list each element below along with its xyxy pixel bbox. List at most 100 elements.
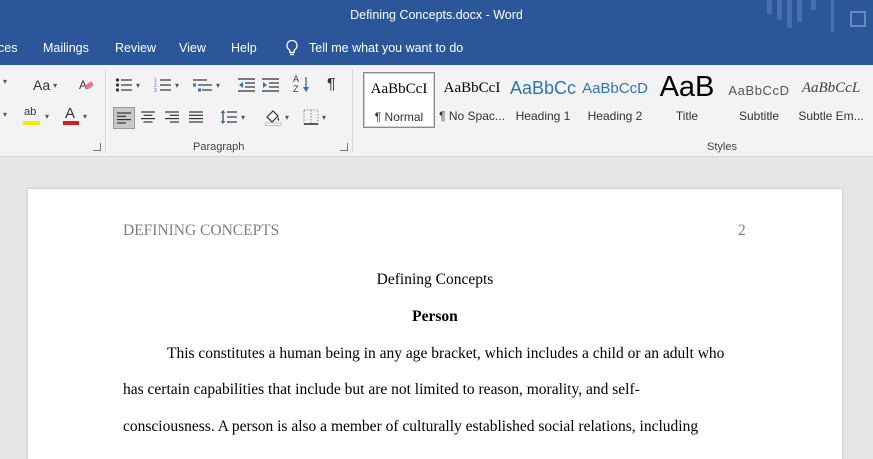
show-hide-marks-button[interactable]: ¶ — [327, 76, 336, 94]
font-color-button[interactable]: A ▾ — [62, 105, 88, 126]
chevron-down-icon: ▾ — [175, 80, 180, 90]
highlight-text: ab — [24, 106, 37, 118]
style-subtitle[interactable]: AaBbCcD Subtitle — [723, 72, 795, 128]
style-sample: AaBbCcD — [728, 83, 790, 98]
document-page[interactable]: DEFINING CONCEPTS 2 Defining Concepts Pe… — [28, 189, 842, 459]
style-name: Subtle Em... — [798, 109, 864, 123]
sort-icon: A Z — [293, 74, 311, 95]
ribbon-tabs: ces Mailings Review View Help Tell me wh… — [0, 32, 873, 65]
align-right-button[interactable] — [165, 111, 179, 123]
shading-button[interactable]: ▾ — [264, 108, 289, 126]
change-case-icon: Aa — [33, 77, 51, 93]
font-dialog-launcher[interactable] — [93, 143, 101, 151]
style-name: ¶ Normal — [374, 110, 424, 124]
clear-formatting-icon: A — [79, 78, 94, 92]
align-left-button[interactable] — [113, 107, 135, 129]
tell-me-search[interactable]: Tell me what you want to do — [284, 39, 463, 57]
style-name: Subtitle — [738, 109, 780, 123]
tab-references[interactable]: ces — [0, 41, 17, 55]
sort-label-a: A — [293, 74, 300, 84]
styles-group-label: Styles — [707, 141, 737, 153]
line-spacing-button[interactable]: ▾ — [220, 109, 245, 125]
style-sample: AaBbCcL — [801, 80, 861, 96]
sort-button[interactable]: A Z — [293, 74, 311, 95]
justify-button[interactable] — [189, 111, 203, 123]
style-sample: AaBbCc — [509, 78, 577, 98]
tab-mailings[interactable]: Mailings — [43, 41, 89, 55]
font-color-letter: A — [65, 105, 76, 122]
document-title: Defining Concepts — [376, 271, 494, 288]
group-separator — [105, 69, 106, 153]
chevron-down-icon: ▾ — [53, 80, 58, 90]
tab-review[interactable]: Review — [115, 41, 156, 55]
increase-indent-button[interactable] — [262, 77, 280, 93]
sort-label-z: Z — [293, 84, 299, 94]
chevron-down-icon: ▾ — [322, 112, 327, 122]
style-heading-1[interactable]: AaBbCc Heading 1 — [507, 72, 579, 128]
bullets-button[interactable]: ▾ — [115, 77, 140, 93]
style-sample: AaB — [659, 72, 715, 103]
running-head: DEFINING CONCEPTS — [123, 222, 280, 239]
chevron-down-icon: ▾ — [285, 112, 290, 122]
decrease-indent-icon — [238, 78, 255, 92]
title-bar-pattern — [767, 0, 866, 32]
body-line: This constitutes a human being in any ag… — [167, 345, 725, 362]
numbering-button[interactable]: 123 ▾ — [154, 77, 179, 93]
line-spacing-icon — [220, 110, 237, 124]
style-sample: AaBbCcI — [443, 80, 501, 96]
ribbon: ▾ Aa ▾ A ▾ ab ▾ A ▾ ▾ 1 2 3 ▾ ▾ A Z ¶ ▾ … — [0, 65, 873, 157]
chevron-down-icon: ▾ — [3, 77, 8, 86]
chevron-down-icon: ▾ — [241, 112, 246, 122]
body-line: has certain capabilities that include bu… — [123, 381, 640, 398]
align-left-icon — [117, 112, 131, 124]
chevron-down-icon: ▾ — [216, 80, 221, 90]
style-normal[interactable]: AaBbCcI ¶ Normal — [363, 72, 435, 128]
multilevel-list-icon — [193, 79, 212, 92]
style-sample: AaBbCcD — [582, 80, 648, 97]
style-name: Heading 2 — [587, 109, 643, 123]
numbered-list-icon: 123 — [154, 78, 171, 93]
strikethrough-dropdown[interactable]: ▾ — [0, 110, 7, 119]
chevron-down-icon: ▾ — [3, 110, 8, 119]
group-separator — [352, 69, 353, 153]
multilevel-list-button[interactable]: ▾ — [193, 77, 220, 93]
align-center-button[interactable] — [141, 111, 155, 123]
style-no-spacing[interactable]: AaBbCcI ¶ No Spac... — [436, 72, 508, 128]
borders-button[interactable]: ▾ — [303, 109, 326, 125]
style-name: ¶ No Spac... — [439, 109, 505, 123]
title-bar: Defining Concepts.docx - Word — [0, 0, 873, 32]
style-sample: AaBbCcI — [370, 81, 428, 97]
body-line: consciousness. A person is also a member… — [123, 418, 699, 435]
chevron-down-icon: ▾ — [45, 111, 50, 121]
decrease-indent-button[interactable] — [238, 77, 256, 93]
tab-view[interactable]: View — [179, 41, 206, 55]
style-name: Heading 1 — [515, 109, 571, 123]
highlighter-icon: ab — [22, 106, 42, 126]
lightbulb-icon — [286, 39, 298, 56]
font-size-dropdown[interactable]: ▾ — [0, 77, 7, 86]
bullet-list-icon — [115, 78, 132, 92]
svg-text:3: 3 — [154, 88, 157, 93]
chevron-down-icon: ▾ — [83, 111, 88, 121]
change-case-button[interactable]: Aa ▾ — [33, 77, 57, 93]
paint-bucket-icon — [264, 110, 282, 126]
paragraph-dialog-launcher[interactable] — [340, 143, 348, 151]
sort-arrow-icon — [303, 77, 309, 92]
page-number: 2 — [738, 222, 746, 239]
window-title: Defining Concepts.docx - Word — [350, 8, 523, 22]
chevron-down-icon: ▾ — [136, 80, 141, 90]
style-subtle-emphasis[interactable]: AaBbCcL Subtle Em... — [795, 72, 867, 128]
text-highlight-button[interactable]: ab ▾ — [22, 106, 49, 126]
tell-me-label: Tell me what you want to do — [309, 41, 464, 55]
section-heading: Person — [412, 308, 458, 325]
tab-help[interactable]: Help — [231, 41, 257, 55]
align-center-icon — [141, 111, 155, 123]
style-heading-2[interactable]: AaBbCcD Heading 2 — [579, 72, 651, 128]
align-right-icon — [165, 111, 179, 123]
font-color-swatch — [63, 121, 79, 125]
style-title[interactable]: AaB Title — [651, 72, 723, 128]
clear-formatting-button[interactable]: A — [78, 77, 94, 93]
borders-icon — [303, 109, 319, 125]
justify-icon — [189, 111, 203, 123]
highlight-color-swatch — [23, 121, 40, 125]
